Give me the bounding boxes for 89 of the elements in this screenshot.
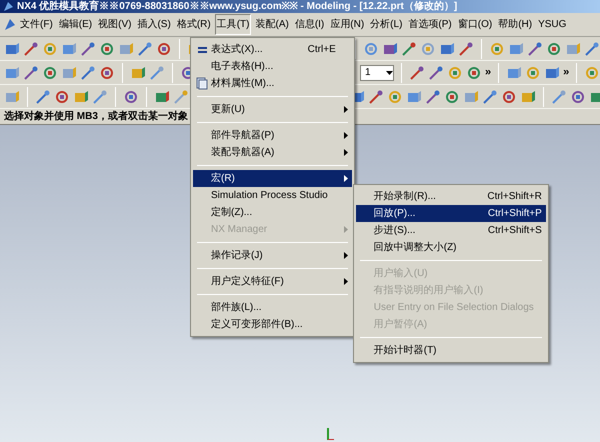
menu-bar-item[interactable]: 插入(S) [135,14,173,35]
toolbar-icon[interactable] [409,64,425,80]
toolbar-icon[interactable] [123,88,139,104]
toolbar-icon[interactable] [42,40,58,56]
submenu-arrow-icon [344,149,348,156]
menu-bar-item[interactable]: 首选项(P) [406,14,454,35]
menu-item[interactable]: 用户定义特征(F) [193,273,352,290]
menu-item[interactable]: 材料属性(M)... [193,75,352,92]
toolbar-icon[interactable] [387,88,403,104]
menu-bar-item[interactable]: 装配(A) [253,14,291,35]
toolbar-icon[interactable] [4,40,20,56]
menu-bar-item[interactable]: 文件(F) [18,14,55,35]
menu-bar-item[interactable]: 信息(I) [292,14,326,35]
toolbar-icon[interactable] [156,40,172,56]
menu-item[interactable]: 电子表格(H)... [193,58,352,75]
submenu-arrow-icon [344,106,348,113]
toolbar-icon[interactable] [428,64,444,80]
toolbar-icon[interactable] [35,88,51,104]
menu-item[interactable]: 宏(R) [193,170,352,187]
toolbar-icon[interactable] [154,88,170,104]
toolbar-icon[interactable] [570,88,586,104]
submenu-arrow-icon [344,278,348,285]
menu-item[interactable]: Simulation Process Studio [193,187,352,204]
toolbar-icon[interactable] [42,64,58,80]
menu-item[interactable]: 定义可变形部件(B)... [193,316,352,333]
submenu-arrow-icon [344,226,348,233]
material-icon [196,77,208,90]
menu-item[interactable]: 操作记录(J) [193,247,352,264]
equals-icon [198,46,206,52]
toolbar-icon[interactable] [80,64,96,80]
menu-bar-item[interactable]: 编辑(E) [56,14,94,35]
toolbar-icon[interactable] [54,88,70,104]
layer-dropdown[interactable]: 1 [360,64,394,80]
toolbar-icon[interactable] [425,88,441,104]
toolbar-icon[interactable] [137,40,153,56]
submenu-arrow-icon [344,252,348,259]
app-logo-icon [4,18,16,31]
menu-bar-item[interactable]: 工具(T) [214,14,252,35]
toolbar-icon[interactable] [99,40,115,56]
toolbar-icon[interactable] [501,88,517,104]
dropdown-arrow-icon [386,70,393,74]
toolbar-icon[interactable] [544,64,560,80]
toolbar-icon[interactable] [458,40,474,56]
menu-item[interactable]: 开始计时器(T) [356,342,546,359]
window-title: NX4 优胜模具教育※※0769-88031860※※www.ysug.com※※ - Modeling - [12.22.prt（修改的）] [17,0,458,12]
menu-item[interactable]: 更新(U) [193,101,352,118]
toolbar-icon[interactable] [130,64,146,80]
menu-bar-item[interactable]: 帮助(H) [496,14,534,35]
status-line: 选择对象并使用 MB3，或者双击某一对象 [4,109,188,124]
toolbar-icon[interactable] [489,40,505,56]
toolbar-icon[interactable] [382,40,398,56]
submenu-arrow-icon [344,132,348,139]
menu-item[interactable]: 回放(P)... Ctrl+Shift+P [356,205,546,222]
toolbar-overflow[interactable]: » [485,64,492,81]
toolbar-icon[interactable] [23,40,39,56]
toolbar-icon[interactable] [439,40,455,56]
toolbar-icon[interactable] [444,88,460,104]
toolbar-icon[interactable] [80,40,96,56]
toolbar-icon[interactable] [520,88,536,104]
menu-bar-item[interactable]: 应用(N) [328,14,366,35]
toolbar-icon[interactable] [546,40,562,56]
app-logo-icon [4,2,13,11]
menu-bar-item[interactable]: YSUG [536,14,568,35]
menu-item[interactable]: 部件族(L)... [193,299,352,316]
toolbar-icon[interactable] [23,64,39,80]
toolbar-icon[interactable] [401,40,417,56]
toolbar-icon[interactable] [447,64,463,80]
toolbar-icon[interactable] [584,64,600,80]
toolbar-icon[interactable] [525,64,542,80]
menu-bar-item[interactable]: 分析(L) [368,14,404,35]
toolbar-icon[interactable] [527,40,543,56]
toolbar-icon[interactable] [99,64,115,80]
toolbar-icon[interactable] [482,88,498,104]
menu-item[interactable]: 部件导航器(P) [193,127,352,144]
menu-item[interactable]: 步进(S)... Ctrl+Shift+S [356,222,546,239]
menu-item[interactable]: 开始录制(R)... Ctrl+Shift+R [356,188,546,205]
menu-bar-item[interactable]: 视图(V) [96,14,134,35]
submenu-arrow-icon [344,175,348,182]
menu-item[interactable]: 定制(Z)... [193,204,352,221]
menu-bar-item[interactable]: 窗口(O) [456,14,494,35]
menu-item[interactable]: 表达式(X)... Ctrl+E [193,41,352,58]
toolbar-icon[interactable] [368,88,384,104]
toolbar-icon[interactable] [584,40,600,56]
menu-item[interactable]: 装配导航器(A) [193,144,352,161]
menu-item[interactable]: 回放中调整大小(Z) [356,239,546,256]
menu-bar-item[interactable]: 格式(R) [174,14,213,35]
toolbar-icon[interactable] [466,64,482,80]
toolbar-overflow[interactable]: » [563,64,570,81]
toolbar-icon[interactable] [73,88,89,104]
